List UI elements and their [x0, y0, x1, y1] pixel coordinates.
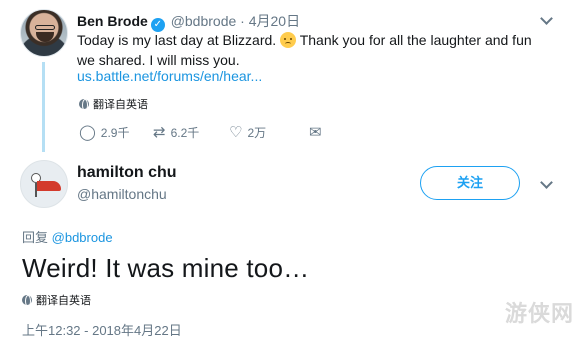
heart-icon: ♡	[229, 124, 243, 141]
reply-to-line: 回复 @bdbrode	[22, 227, 113, 246]
reply-text: Weird! It was mine too…	[22, 253, 310, 283]
hamilton-chu-avatar[interactable]	[20, 160, 68, 208]
dm-action[interactable]: ✉	[309, 125, 327, 140]
envelope-icon: ✉	[309, 124, 322, 141]
reply-timestamp[interactable]: 上午12:32 - 2018年4月22日	[22, 320, 182, 339]
author-name[interactable]: Ben Brode	[77, 13, 148, 29]
globe-icon	[79, 99, 89, 111]
translate-label: 翻译自英语	[93, 99, 148, 111]
tweet-header: Ben Brode ✓ @bdbrode · 4月20日	[77, 11, 300, 32]
reply-mention[interactable]: @bdbrode	[52, 230, 113, 245]
original-tweet: Ben Brode ✓ @bdbrode · 4月20日 Today is my …	[0, 0, 584, 152]
reply-action[interactable]: ◯ 2.9千	[79, 124, 153, 141]
watermark: 游侠网	[505, 301, 575, 326]
likes-count: 2万	[247, 126, 267, 140]
reply-author-name[interactable]: hamilton chu	[77, 164, 177, 182]
tweet-actions: ◯ 2.9千 ⇄ 6.2千 ♡ 2万 ✉	[79, 124, 327, 141]
reply-author-handle[interactable]: @hamiltonchu	[77, 186, 167, 202]
reply-icon: ◯	[79, 124, 96, 141]
ben-brode-avatar[interactable]	[20, 9, 68, 57]
translate-reply[interactable]: 翻译自英语	[22, 292, 91, 308]
thread-line	[42, 62, 45, 152]
globe-icon	[22, 295, 32, 307]
retweets-count: 6.2千	[170, 126, 200, 140]
reply-prefix: 回复	[22, 230, 49, 245]
chevron-down-icon[interactable]	[540, 14, 552, 26]
like-action[interactable]: ♡ 2万	[229, 124, 309, 141]
retweet-icon: ⇄	[153, 124, 166, 141]
sad-face-emoji-icon	[280, 32, 297, 48]
follow-button[interactable]: 关注	[420, 166, 520, 200]
separator-dot: ·	[240, 13, 245, 29]
replies-count: 2.9千	[100, 126, 130, 140]
chevron-down-icon[interactable]	[540, 178, 552, 190]
tweet-text-part1: Today is my last day at Blizzard.	[77, 32, 277, 48]
tweet-date[interactable]: 4月20日	[249, 13, 300, 29]
author-handle[interactable]: @bdbrode	[171, 13, 237, 29]
retweet-action[interactable]: ⇄ 6.2千	[153, 124, 229, 141]
tweet-link[interactable]: us.battle.net/forums/en/hear...	[77, 68, 262, 84]
translate-tweet[interactable]: 翻译自英语	[79, 96, 148, 112]
reply-translate-label: 翻译自英语	[36, 295, 91, 307]
tweet-text: Today is my last day at Blizzard. Thank …	[77, 30, 547, 70]
